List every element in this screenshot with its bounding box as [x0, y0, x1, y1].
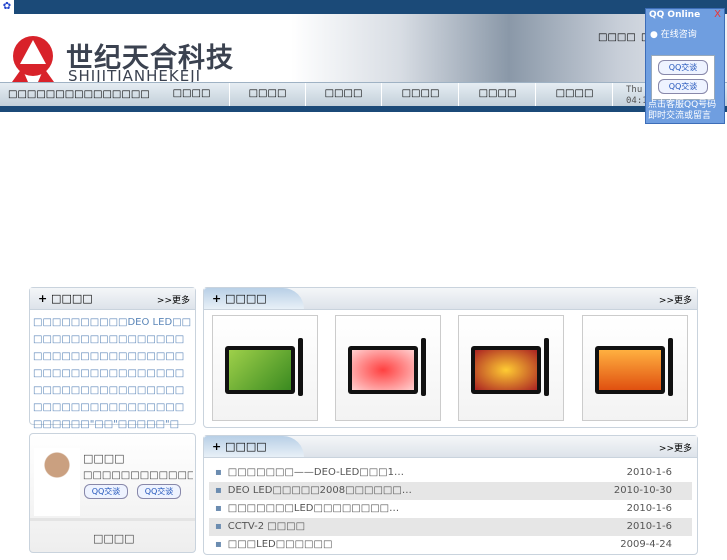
news-item[interactable]: ▪ DEO LED□□□□□2008□□□□□□… 2010-10-30 [209, 482, 692, 500]
contact-text: □□□□□□□□□□□□□□□□□□□□□□□□□□ [83, 470, 193, 481]
product-thumb[interactable] [335, 315, 441, 421]
nav-item[interactable]: □□□□ [460, 83, 536, 107]
news-item[interactable]: ▪ □□□□□□□LED□□□□□□□□… 2010-1-6 [209, 500, 692, 518]
about-panel: + □□□□ >>更多 □□□□□□□□□□DEO LED□□□□□□□□□□□□… [29, 287, 196, 447]
nav-item[interactable]: □□□□ [154, 83, 230, 107]
nav-item[interactable]: □□□□ [537, 83, 613, 107]
news-more-link[interactable]: >>更多 [659, 441, 692, 454]
penguin-icon: ● [650, 30, 658, 40]
about-more-link[interactable]: >>更多 [157, 293, 190, 306]
qq-chat-button[interactable]: QQ交谈 [658, 60, 708, 75]
nav-item[interactable]: □□□□ [383, 83, 459, 107]
qq-chat-button[interactable]: QQ交谈 [137, 484, 181, 499]
products-more-link[interactable]: >>更多 [659, 293, 692, 306]
product-thumb[interactable] [582, 315, 688, 421]
contact-title: □□□□ [83, 452, 125, 465]
nav-bar: □□□□□□□□□□□□□□□ □□□□ □□□□ □□□□ □□□□ □□□□… [0, 82, 727, 107]
qq-online-widget: QQ Online X ● 在线咨询 QQ交谈 QQ交谈 点击客服QQ号码即时交… [645, 8, 725, 124]
product-thumb[interactable] [458, 315, 564, 421]
qq-chat-button[interactable]: QQ交谈 [84, 484, 128, 499]
nav-item[interactable]: □□□□ [306, 83, 382, 107]
qq-widget-title: QQ Online [649, 10, 701, 20]
nav-item[interactable]: □□□□ [230, 83, 306, 107]
products-panel: + □□□□ >>更多 [203, 287, 698, 428]
top-link[interactable]: □□□□ [598, 32, 636, 43]
about-title: + □□□□ [38, 292, 93, 305]
contact-photo [34, 448, 80, 516]
qq-widget-footer: 点击客服QQ号码即时交流或留言 [648, 100, 717, 121]
nav-bottom-strip [0, 106, 727, 112]
banner: 世纪天合科技 SHIJITIANHEKEJI □□□□ □ [0, 14, 727, 85]
close-icon[interactable]: X [714, 9, 721, 20]
news-title: + □□□□ [212, 440, 267, 453]
product-thumb[interactable] [212, 315, 318, 421]
paw-icon[interactable]: ✿ [0, 0, 14, 14]
news-panel: + □□□□ >>更多 ▪ □□□□□□□——DEO-LED□□□1… 2010-1-… [203, 435, 698, 555]
news-item[interactable]: ▪ CCTV-2 □□□□ 2010-1-6 [209, 518, 692, 536]
products-title: + □□□□ [212, 292, 267, 305]
top-bar: ✿ [0, 0, 727, 14]
news-item[interactable]: ▪ □□□□□□□——DEO-LED□□□1… 2010-1-6 [209, 464, 692, 482]
qq-consult: ● 在线咨询 [650, 30, 697, 40]
contact-panel: □□□□ □□□□□□□□□□□□□□□□□□□□□□□□□□ QQ交谈 QQ交… [29, 433, 196, 553]
logo-icon [12, 36, 54, 82]
qq-chat-button[interactable]: QQ交谈 [658, 79, 708, 94]
news-item[interactable]: ▪ □□□LED□□□□□□ 2009-4-24 [209, 536, 692, 554]
contact-title-2: □□□□ [93, 532, 135, 545]
tagline: □□□□□□□□□□□□□□□ [8, 89, 150, 100]
